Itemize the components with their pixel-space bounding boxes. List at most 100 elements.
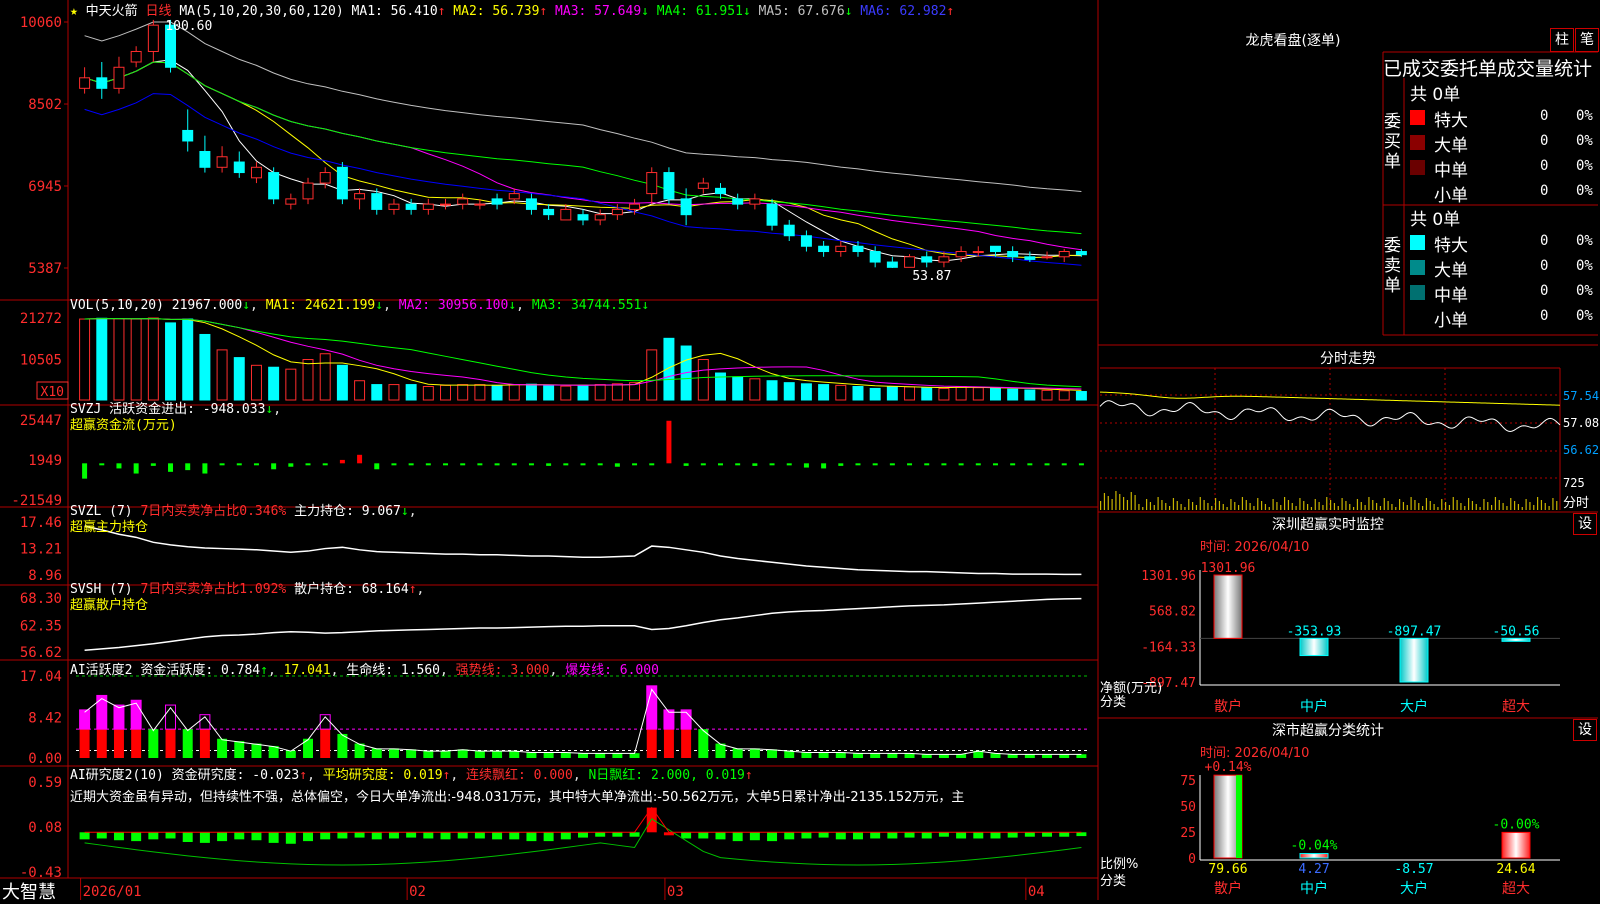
ai2-bar — [1024, 832, 1035, 837]
intraday-y2: 57.08 — [1563, 416, 1600, 430]
ai2-bar — [784, 832, 795, 840]
ai2-bar — [904, 832, 915, 838]
volume-bar — [474, 384, 486, 401]
volume-bar — [955, 386, 967, 401]
intraday-vol-bar — [1310, 507, 1313, 510]
svzl-arrow: ↓ — [400, 504, 409, 519]
buy-pct: 0% — [1576, 183, 1593, 199]
ai2-comment: 近期大资金虽有异动，但持续性不强，总体偏空，今日大单净流出:-948.031万元… — [70, 790, 965, 805]
candle-body — [491, 198, 503, 205]
stock-name[interactable]: 中天火箭 — [86, 4, 138, 19]
ai2-ytick-0: 0.59 — [28, 775, 62, 791]
sz-settings-button[interactable]: 设 — [1573, 513, 1597, 535]
intraday-vol-bar — [1422, 506, 1424, 510]
ai1-bar-green — [818, 752, 829, 758]
intraday-vol-bar — [1452, 497, 1454, 510]
ma-title: MA(5,10,20,30,60,120) — [179, 4, 344, 19]
period-label[interactable]: 日线 — [146, 4, 172, 19]
intraday-vol-bar — [1510, 498, 1512, 510]
sell-count: 0 — [1540, 258, 1549, 274]
sell-name: 大单 — [1434, 261, 1468, 281]
ai2-avg-line — [84, 818, 1082, 866]
ai1-arrow: ↑ — [260, 663, 268, 678]
svzj-ytick-1: 1949 — [28, 453, 62, 469]
ai1-title: AI活跃度2 — [70, 663, 133, 678]
intraday-vol-bar — [1207, 503, 1209, 510]
volume-bar — [250, 364, 262, 401]
candle-body — [113, 66, 125, 89]
ai2-bar — [526, 832, 537, 842]
sz-bar-label-1: 1301.96 — [1201, 561, 1256, 576]
ai2-bar — [921, 832, 932, 839]
candle-body — [904, 256, 916, 268]
buy-count: 0 — [1540, 183, 1549, 199]
app-logo[interactable]: 大智慧 — [2, 878, 56, 904]
candle-body — [543, 208, 555, 216]
svzj-bar — [1044, 463, 1050, 466]
ai1-v2: 17.041 — [283, 663, 331, 678]
intraday-vol-bar — [1111, 499, 1113, 510]
column-view-button[interactable]: 柱 — [1550, 28, 1574, 52]
intraday-vol-bar — [1540, 500, 1543, 510]
intraday-vol-bar — [1103, 493, 1106, 510]
intraday-vol-bar — [1353, 507, 1355, 510]
ai1-bar-green — [767, 749, 778, 758]
ai1-bar-green — [526, 752, 537, 758]
sell-color-swatch — [1410, 285, 1425, 300]
svzj-bar — [649, 463, 655, 466]
intraday-vol-bar — [1107, 496, 1109, 510]
main-legend: ★ 中天火箭 日线 MA(5,10,20,30,60,120) MA1: 56.… — [70, 0, 954, 19]
svzj-label: 活跃资金进出: -948.033 — [109, 402, 266, 417]
buy-color-swatch — [1410, 135, 1425, 150]
ai2-bar — [629, 832, 640, 837]
intraday-vol-bar — [1295, 506, 1297, 510]
candle-body — [835, 245, 847, 253]
svzj-bar — [528, 463, 534, 466]
price-ytick-0: 10060 — [20, 15, 62, 31]
ai1-strong: 强势线: 3.000 — [455, 663, 550, 678]
intraday-vol-bar — [1188, 499, 1190, 510]
svzj-bar — [305, 463, 311, 466]
ai2-bar — [148, 832, 159, 840]
intraday-vol-bar — [1445, 502, 1447, 510]
ai2-bar — [681, 832, 692, 839]
vol-value: 21967.000 — [171, 298, 243, 313]
ai2-legend: AI研究度2(10) 资金研究度: -0.023↑, 平均研究度: 0.019↑… — [70, 768, 965, 805]
intraday-vol-bar — [1395, 507, 1397, 510]
intraday-vol-bar — [1307, 504, 1309, 510]
intraday-vol-bar — [1264, 504, 1267, 510]
ai2-bar — [835, 832, 846, 840]
ai2-bar — [285, 832, 296, 844]
intraday-vol-bar — [1238, 505, 1240, 510]
volume-bar — [1024, 389, 1036, 401]
svzj-bar — [202, 463, 208, 474]
sz-unit: 净额(万元) 分类 — [1100, 682, 1162, 710]
cls-ytick-2: 25 — [1180, 826, 1196, 841]
ai2-bar — [337, 832, 348, 839]
ai1-bar-green — [543, 752, 554, 758]
intraday-vol-bar — [1475, 504, 1477, 510]
candle-body — [216, 156, 228, 168]
candle-body — [972, 251, 984, 254]
sz-cat-4: 超大 — [1502, 699, 1530, 715]
ai1-ytick-2: 0.00 — [28, 751, 62, 767]
ai2-bar — [870, 832, 881, 839]
sz-bar-2 — [1299, 637, 1329, 657]
cls-settings-button[interactable]: 设 — [1573, 719, 1597, 741]
buy-name: 特大 — [1434, 111, 1468, 131]
intraday-vol-bar — [1383, 498, 1385, 510]
tick-view-button[interactable]: 笔 — [1575, 28, 1599, 52]
volume-bar — [629, 382, 641, 401]
svzl-ytick-1: 13.21 — [20, 542, 62, 558]
intraday-vol-bar — [1333, 503, 1336, 510]
volume-bar — [79, 318, 91, 401]
candle-body — [525, 198, 537, 210]
ai1-bar-green — [371, 748, 382, 758]
ai1-ytick-0: 17.04 — [20, 669, 62, 685]
price-ytick-3: 5387 — [28, 261, 62, 277]
svzj-bar — [357, 454, 363, 464]
ai2-bar — [887, 832, 898, 839]
svzj-ytick-2: -21549 — [11, 493, 62, 509]
volume-bar — [405, 384, 417, 401]
svsh-arrow: ↑ — [408, 582, 417, 597]
